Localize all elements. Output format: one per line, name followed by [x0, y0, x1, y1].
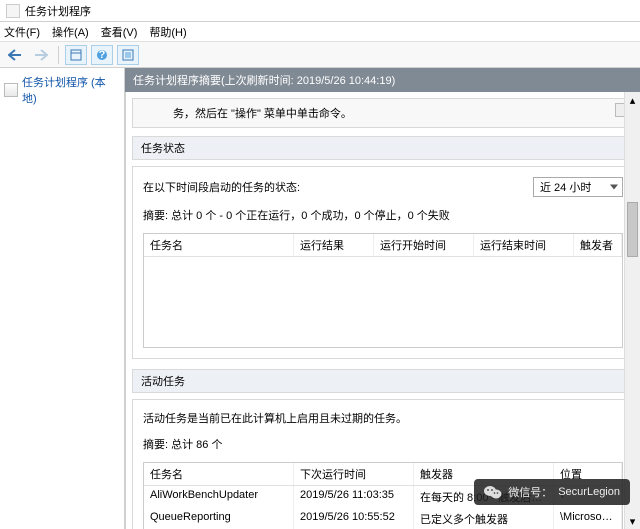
status-table-body: [144, 257, 622, 347]
task-status-title: 任务状态: [132, 136, 634, 160]
help-button[interactable]: ?: [91, 45, 113, 65]
hint-banner: 务，然后在 "操作" 菜单中单击命令。: [132, 98, 634, 128]
menu-help[interactable]: 帮助(H): [149, 24, 186, 40]
cell-name: AliWorkBenchUpdater: [144, 486, 294, 508]
toolbar-separator: [58, 46, 59, 64]
cell-next: 2019/5/26 10:55:52: [294, 508, 414, 529]
menu-action[interactable]: 操作(A): [52, 24, 89, 40]
acol-next[interactable]: 下次运行时间: [294, 463, 414, 485]
menu-file[interactable]: 文件(F): [4, 24, 40, 40]
nav-root-item[interactable]: 任务计划程序 (本地): [0, 72, 124, 108]
menu-bar: 文件(F) 操作(A) 查看(V) 帮助(H): [0, 22, 640, 42]
status-summary: 摘要: 总计 0 个 - 0 个正在运行，0 个成功，0 个停止，0 个失败: [143, 207, 623, 223]
window-title: 任务计划程序: [25, 3, 91, 19]
wechat-icon: [484, 485, 502, 500]
scroll-thumb[interactable]: [627, 202, 638, 257]
nav-tree: 任务计划程序 (本地): [0, 68, 125, 529]
active-tasks-section: 活动任务是当前已在此计算机上启用且未过期的任务。 摘要: 总计 86 个 任务名…: [132, 399, 634, 529]
active-desc: 活动任务是当前已在此计算机上启用且未过期的任务。: [143, 410, 623, 426]
title-bar: 任务计划程序: [0, 0, 640, 22]
content-scroll: 务，然后在 "操作" 菜单中单击命令。 任务状态 在以下时间段启动的任务的状态:…: [125, 92, 640, 529]
wechat-overlay: 微信号： SecurLegion: [474, 479, 630, 505]
cell-trigger: 已定义多个触发器: [414, 508, 554, 529]
cell-name: QueueReporting: [144, 508, 294, 529]
nav-root-label: 任务计划程序 (本地): [22, 74, 120, 106]
svg-text:?: ?: [99, 49, 106, 61]
menu-view[interactable]: 查看(V): [101, 24, 138, 40]
active-summary: 摘要: 总计 86 个: [143, 436, 623, 452]
toolbar-button-1[interactable]: [65, 45, 87, 65]
col-result[interactable]: 运行结果: [294, 234, 374, 256]
task-status-section: 在以下时间段启动的任务的状态: 近 24 小时 摘要: 总计 0 个 - 0 个…: [132, 166, 634, 359]
summary-header-text: 任务计划程序摘要(上次刷新时间: 2019/5/26 10:44:19): [133, 75, 395, 87]
hint-text: 务，然后在 "操作" 菜单中单击命令。: [173, 108, 352, 120]
status-table-header: 任务名 运行结果 运行开始时间 运行结束时间 触发者: [144, 234, 622, 257]
summary-header: 任务计划程序摘要(上次刷新时间: 2019/5/26 10:44:19): [125, 68, 640, 92]
col-end[interactable]: 运行结束时间: [474, 234, 574, 256]
vertical-scrollbar[interactable]: ▴ ▾: [624, 92, 640, 529]
toolbar: ?: [0, 42, 640, 68]
back-button[interactable]: [4, 45, 26, 65]
col-start[interactable]: 运行开始时间: [374, 234, 474, 256]
forward-button[interactable]: [30, 45, 52, 65]
overlay-label: 微信号：: [508, 484, 552, 500]
col-trigger[interactable]: 触发者: [574, 234, 622, 256]
cell-location: \Microsoft\Windows\…: [554, 508, 622, 529]
toolbar-button-3[interactable]: [117, 45, 139, 65]
content-pane: 任务计划程序摘要(上次刷新时间: 2019/5/26 10:44:19) 务，然…: [125, 68, 640, 529]
time-range-select[interactable]: 近 24 小时: [533, 177, 623, 197]
scroll-down-icon[interactable]: ▾: [625, 513, 640, 529]
clock-icon: [4, 83, 18, 97]
overlay-value: SecurLegion: [558, 486, 620, 498]
acol-name[interactable]: 任务名: [144, 463, 294, 485]
status-started-label: 在以下时间段启动的任务的状态:: [143, 179, 300, 195]
col-name[interactable]: 任务名: [144, 234, 294, 256]
status-table: 任务名 运行结果 运行开始时间 运行结束时间 触发者: [143, 233, 623, 348]
active-tasks-title: 活动任务: [132, 369, 634, 393]
scroll-up-icon[interactable]: ▴: [625, 92, 640, 108]
table-row[interactable]: QueueReporting2019/5/26 10:55:52已定义多个触发器…: [144, 508, 622, 529]
app-icon: [6, 4, 20, 18]
main-split: 任务计划程序 (本地) 任务计划程序摘要(上次刷新时间: 2019/5/26 1…: [0, 68, 640, 529]
cell-next: 2019/5/26 11:03:35: [294, 486, 414, 508]
